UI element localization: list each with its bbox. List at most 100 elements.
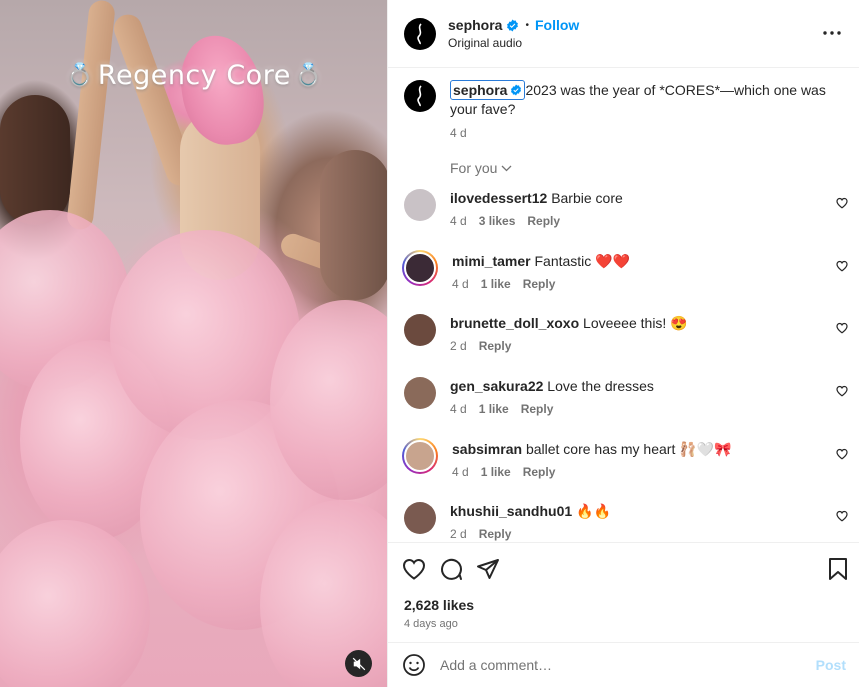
sephora-logo-icon: [417, 85, 422, 107]
comment-item: gen_sakura22 Love the dresses 4 d 1 like Re…: [388, 373, 859, 436]
post-caption: sephora 2023 was the year of *CORES*—whi…: [404, 80, 844, 142]
sephora-logo-icon: [417, 22, 422, 44]
comment-age[interactable]: 4 d: [450, 214, 467, 228]
post-details-panel: sephora • Follow Original audio sephora …: [387, 0, 859, 687]
avatar-image: [404, 439, 436, 472]
avatar[interactable]: [404, 17, 436, 50]
comment-meta: 4 d 1 like Reply: [450, 402, 654, 416]
comment-bubble-icon[interactable]: [439, 557, 463, 581]
comment-like-heart-icon[interactable]: [836, 197, 848, 209]
comment-text: Love the dresses: [547, 378, 654, 395]
caption-username[interactable]: sephora: [450, 80, 526, 100]
comments-list[interactable]: ilovedessert12 Barbie core 4 d 3 likes Repl…: [388, 185, 859, 541]
comment-likes[interactable]: 1 like: [479, 402, 509, 416]
mute-button[interactable]: [345, 650, 372, 677]
video-figure: [0, 95, 70, 225]
comment-item: sabsimran ballet core has my heart 🩰🤍🎀 4 …: [388, 436, 859, 499]
avatar[interactable]: [404, 80, 436, 112]
comment-username[interactable]: mimi_tamer: [452, 253, 531, 269]
ring-emoji-icon: 💍: [66, 63, 94, 88]
emoji-picker-icon[interactable]: [402, 653, 426, 677]
post-video[interactable]: 💍 Regency Core 💍: [0, 0, 387, 687]
avatar[interactable]: [404, 189, 436, 221]
video-figure: [320, 150, 387, 300]
comment-like-heart-icon[interactable]: [836, 260, 848, 272]
comment-age[interactable]: 2 d: [450, 339, 467, 353]
comment-age[interactable]: 2 d: [450, 527, 467, 541]
comment-item: khushii_sandhu01 🔥🔥 2 d Reply: [388, 498, 859, 541]
avatar[interactable]: [402, 249, 438, 286]
comment-input[interactable]: [440, 657, 800, 673]
reply-button[interactable]: Reply: [523, 277, 556, 291]
comment-item: mimi_tamer Fantastic ❤️❤️ 4 d 1 like Reply: [388, 248, 859, 311]
comment-username[interactable]: gen_sakura22: [450, 378, 543, 394]
comment-likes[interactable]: 3 likes: [479, 214, 516, 228]
reply-button[interactable]: Reply: [521, 402, 554, 416]
reply-button[interactable]: Reply: [523, 465, 556, 479]
avatar[interactable]: [404, 314, 436, 347]
sort-label: For you: [450, 160, 498, 176]
comment-sort-dropdown[interactable]: For you: [450, 160, 512, 176]
avatar[interactable]: [404, 377, 436, 410]
share-paper-plane-icon[interactable]: [476, 558, 500, 580]
post-timestamp[interactable]: 4 days ago: [388, 618, 859, 630]
avatar[interactable]: [402, 437, 438, 474]
comment-username[interactable]: brunette_doll_xoxo: [450, 315, 579, 331]
audio-label[interactable]: Original audio: [448, 36, 579, 50]
comment-text: 🔥🔥: [576, 503, 611, 520]
avatar[interactable]: [404, 502, 436, 535]
comment-item: brunette_doll_xoxo Loveeee this! 😍 2 d Rep…: [388, 310, 859, 373]
comment-like-heart-icon[interactable]: [836, 385, 848, 397]
comment-age[interactable]: 4 d: [452, 277, 469, 291]
save-bookmark-icon[interactable]: [828, 557, 848, 581]
comment-meta: 4 d 3 likes Reply: [450, 214, 623, 228]
more-options-button[interactable]: [821, 22, 843, 44]
video-ruffle: [0, 520, 150, 687]
post-header: sephora • Follow Original audio: [388, 0, 859, 68]
post-comment-button[interactable]: Post: [816, 657, 846, 673]
comment-line: sabsimran ballet core has my heart 🩰🤍🎀: [452, 440, 732, 458]
caption-age: 4 d: [450, 126, 467, 140]
more-horizontal-icon: [823, 31, 841, 35]
video-figure: [66, 0, 116, 231]
likes-count[interactable]: 2,628 likes: [388, 597, 859, 613]
comment-meta: 2 d Reply: [450, 339, 688, 353]
comment-composer: Post: [388, 642, 859, 687]
username[interactable]: sephora: [448, 17, 502, 33]
comment-item: ilovedessert12 Barbie core 4 d 3 likes Repl…: [388, 185, 859, 248]
comment-meta: 4 d 1 like Reply: [452, 465, 732, 479]
comment-likes[interactable]: 1 like: [481, 465, 511, 479]
comment-username[interactable]: sabsimran: [452, 441, 522, 457]
ring-emoji-icon: 💍: [294, 63, 323, 88]
verified-badge-icon: [507, 19, 519, 31]
comment-line: gen_sakura22 Love the dresses: [450, 377, 654, 395]
avatar-image: [404, 251, 436, 284]
video-overlay-title: 💍 Regency Core 💍: [66, 60, 323, 91]
like-heart-icon[interactable]: [402, 558, 426, 580]
separator-dot: •: [525, 19, 529, 31]
comment-age[interactable]: 4 d: [452, 465, 469, 479]
comment-likes[interactable]: 1 like: [481, 277, 511, 291]
comment-like-heart-icon[interactable]: [836, 448, 848, 460]
comment-username[interactable]: ilovedessert12: [450, 190, 547, 206]
follow-button[interactable]: Follow: [535, 17, 579, 33]
caption-username-text: sephora: [453, 82, 508, 98]
comment-text: Barbie core: [551, 190, 623, 206]
comment-like-heart-icon[interactable]: [836, 322, 848, 334]
comment-like-heart-icon[interactable]: [836, 510, 848, 522]
comment-text: ballet core has my heart 🩰🤍🎀: [525, 440, 732, 457]
comment-age[interactable]: 4 d: [450, 402, 467, 416]
chevron-down-icon: [502, 165, 512, 171]
reply-button[interactable]: Reply: [479, 339, 512, 353]
verified-badge-icon: [511, 84, 522, 96]
speaker-muted-icon: [352, 657, 365, 670]
comment-line: khushii_sandhu01 🔥🔥: [450, 502, 611, 520]
comment-meta: 2 d Reply: [450, 527, 611, 541]
reply-button[interactable]: Reply: [479, 527, 512, 541]
comment-line: mimi_tamer Fantastic ❤️❤️: [452, 252, 630, 270]
overlay-title-text: Regency Core: [97, 60, 291, 91]
comment-username[interactable]: khushii_sandhu01: [450, 503, 572, 519]
comment-meta: 4 d 1 like Reply: [452, 277, 630, 291]
comment-text: Fantastic ❤️❤️: [534, 252, 631, 269]
reply-button[interactable]: Reply: [527, 214, 560, 228]
